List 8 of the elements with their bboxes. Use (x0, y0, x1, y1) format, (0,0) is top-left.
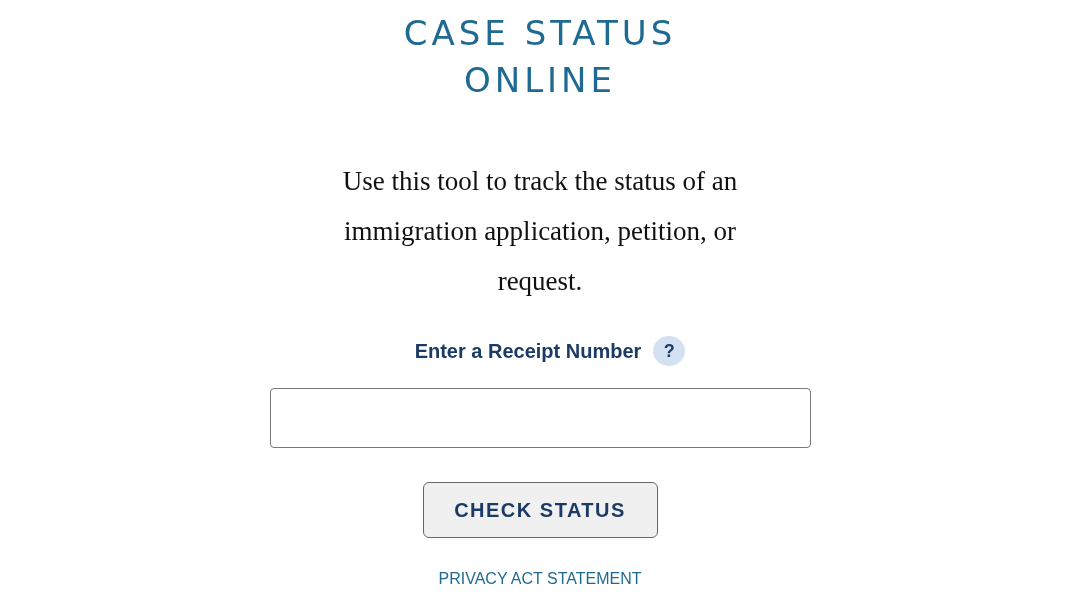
privacy-link[interactable]: PRIVACY ACT STATEMENT (438, 570, 642, 588)
page-title: ONLINE (463, 59, 617, 102)
intro-text: Use this tool to track the status of an immigration application, petition, or request. (341, 165, 739, 298)
receipt-number-field[interactable] (269, 388, 811, 448)
check-status-button[interactable]: CHECK STATUS (422, 482, 658, 538)
field-label: Enter a Receipt Number (414, 339, 642, 363)
help-button[interactable]: ? (653, 336, 686, 366)
page-title: CASE STATUS (403, 12, 677, 55)
